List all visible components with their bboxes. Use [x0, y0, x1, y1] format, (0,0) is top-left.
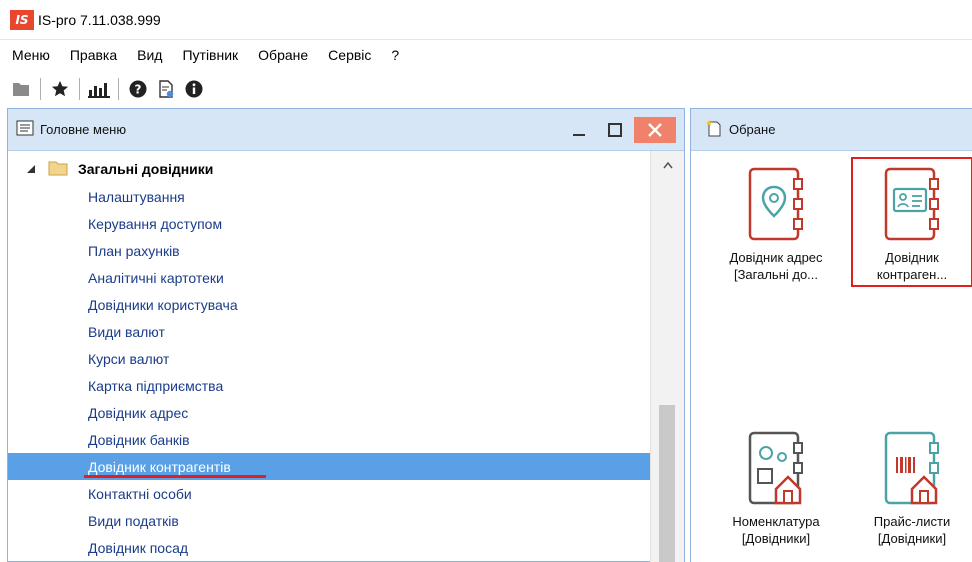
tree-item-currency-types[interactable]: Види валют — [8, 318, 652, 345]
menu-item-service[interactable]: Сервіс — [328, 47, 371, 63]
tile-line-1: Довідник адрес — [729, 250, 823, 265]
menu-item-help[interactable]: ? — [391, 47, 399, 63]
toolbar-separator — [118, 78, 119, 100]
tile-line-2: [Загальні до... — [733, 267, 819, 282]
svg-text:?: ? — [135, 83, 142, 97]
folder-icon[interactable] — [10, 78, 32, 100]
tree-node-general-directories[interactable]: Загальні довідники — [26, 157, 213, 181]
app-logo: IS — [10, 9, 34, 30]
tile-address-directory[interactable]: Довідник адрес [Загальні до... — [715, 165, 837, 283]
tile-line-1: Довідник — [885, 250, 939, 265]
menu-bar: Меню Правка Вид Путівник Обране Сервіс ? — [0, 40, 972, 70]
vertical-scrollbar[interactable] — [650, 151, 684, 562]
tree-item-company-card[interactable]: Картка підприємства — [8, 372, 652, 399]
main-menu-header: Головне меню — [8, 109, 684, 151]
toolbar-separator — [40, 78, 41, 100]
favorites-panel: Обране Довідник адрес [Загальні до... До… — [690, 108, 972, 562]
document-settings-icon[interactable] — [155, 78, 177, 100]
menu-item-view[interactable]: Вид — [137, 47, 162, 63]
tree-item-contact-persons[interactable]: Контактні особи — [8, 480, 652, 507]
tree-item-tax-types[interactable]: Види податків — [8, 507, 652, 534]
contact-card-book-icon — [872, 165, 952, 245]
tree-root-label: Загальні довідники — [78, 161, 214, 177]
menu-item-favorites[interactable]: Обране — [258, 47, 308, 63]
collapse-arrow-icon[interactable] — [26, 162, 36, 177]
tree-item-analytic-cards[interactable]: Аналітичні картотеки — [8, 264, 652, 291]
tree-item-access-control[interactable]: Керування доступом — [8, 210, 652, 237]
window-controls — [560, 117, 676, 143]
window-title: IS-pro 7.11.038.999 — [38, 11, 161, 28]
toolbar-separator — [79, 78, 80, 100]
tree-item-settings[interactable]: Налаштування — [8, 183, 652, 210]
close-button[interactable] — [634, 117, 676, 143]
tile-line-2: контраген... — [876, 267, 948, 282]
star-icon[interactable] — [49, 78, 71, 100]
tile-line-1: Номенклатура — [732, 514, 820, 529]
favorites-icon — [705, 119, 723, 140]
tree-item-chart-of-accounts[interactable]: План рахунків — [8, 237, 652, 264]
menu-tree: Загальні довідники Налаштування Керуванн… — [8, 151, 652, 562]
main-menu-title: Головне меню — [40, 122, 127, 137]
folder-icon — [48, 160, 68, 179]
tree-item-bank-directory[interactable]: Довідник банків — [8, 426, 652, 453]
tree-item-address-directory[interactable]: Довідник адрес — [8, 399, 652, 426]
scroll-up-icon[interactable] — [651, 157, 685, 173]
favorites-title: Обране — [729, 122, 776, 137]
tree-item-position-directory[interactable]: Довідник посад — [8, 534, 652, 561]
maximize-button[interactable] — [598, 117, 632, 143]
title-bar: IS IS-pro 7.11.038.999 — [0, 0, 972, 40]
main-menu-panel: Головне меню Загальні довідники Налаштув… — [7, 108, 685, 562]
menu-item-guide[interactable]: Путівник — [182, 47, 238, 63]
nomenclature-book-icon — [736, 429, 816, 509]
scrollbar-thumb[interactable] — [659, 405, 675, 562]
price-list-book-icon — [872, 429, 952, 509]
tile-line-2: [Довідники] — [877, 531, 947, 546]
minimize-button[interactable] — [562, 117, 596, 143]
chart-icon[interactable] — [88, 78, 110, 100]
menu-item-menu[interactable]: Меню — [12, 47, 50, 63]
tile-price-lists[interactable]: Прайс-листи [Довідники] — [851, 429, 972, 547]
tile-line-2: [Довідники] — [741, 531, 811, 546]
menu-list-icon — [16, 120, 34, 139]
help-icon[interactable]: ? — [127, 78, 149, 100]
menu-item-edit[interactable]: Правка — [70, 47, 117, 63]
favorites-header: Обране — [691, 109, 972, 151]
address-book-icon — [736, 165, 816, 245]
tile-nomenclature[interactable]: Номенклатура [Довідники] — [715, 429, 837, 547]
tile-counterparty-directory[interactable]: Довідник контраген... — [851, 157, 972, 287]
info-icon[interactable] — [183, 78, 205, 100]
tree-item-exchange-rates[interactable]: Курси валют — [8, 345, 652, 372]
tile-line-1: Прайс-листи — [873, 514, 951, 529]
toolbar: ? — [0, 72, 972, 106]
highlight-underline — [84, 475, 266, 478]
tree-item-user-directories[interactable]: Довідники користувача — [8, 291, 652, 318]
